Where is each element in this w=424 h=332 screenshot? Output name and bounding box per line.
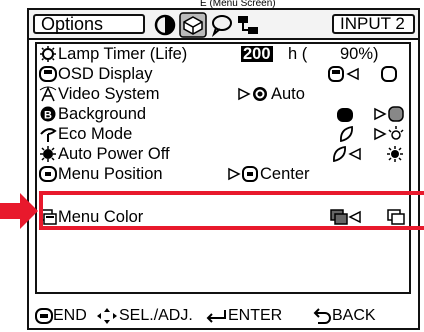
network-icon[interactable]	[236, 13, 260, 37]
video-system-value: Auto	[271, 85, 305, 103]
menu-item-lamp-timer[interactable]: Lamp Timer (Life) 200 h ( 90%)	[37, 44, 409, 64]
osd-on-icon	[328, 66, 344, 82]
tab-options[interactable]: Options	[33, 14, 145, 34]
menu-list: Lamp Timer (Life) 200 h ( 90%) OSD Displ…	[35, 42, 411, 294]
eco-mode-label: Eco Mode	[58, 125, 133, 143]
cut-title: E (Menu Screen)	[200, 0, 276, 8]
menu-item-auto-power-off[interactable]: Auto Power Off	[37, 144, 409, 164]
lamp-icon	[40, 46, 56, 62]
tab-bar: Options INPUT 2	[29, 10, 418, 40]
lamp-timer-label: Lamp Timer (Life)	[58, 45, 188, 63]
background-icon: B	[40, 106, 56, 122]
menu-position-value: Center	[260, 165, 310, 183]
top-strip: E (Menu Screen)	[0, 0, 424, 8]
left-arrow-icon	[348, 147, 361, 161]
auto-icon	[253, 87, 267, 101]
background-option-icon	[388, 106, 404, 122]
eco-leaf-value-icon	[340, 126, 353, 142]
background-current-icon	[337, 108, 353, 122]
power-off-sun-icon	[387, 146, 403, 162]
highlight-frame	[39, 191, 424, 230]
menu-item-eco-mode[interactable]: Eco Mode	[37, 124, 409, 144]
picture-adjust-icon[interactable]	[153, 13, 177, 37]
right-arrow-icon	[238, 87, 251, 101]
menu-item-osd-display[interactable]: OSD Display	[37, 64, 409, 84]
footer-hints: END SEL./ADJ. ENTER BACK	[29, 304, 418, 328]
right-arrow-icon	[228, 167, 241, 181]
menu-item-video-system[interactable]: Video System Auto	[37, 84, 409, 104]
leaf-outline-icon	[333, 146, 346, 162]
left-arrow-icon	[346, 67, 359, 81]
back-return-icon	[313, 308, 331, 324]
menu-position-label: Menu Position	[58, 165, 163, 183]
right-arrow-icon	[374, 107, 387, 121]
enter-arrow-icon	[206, 310, 226, 323]
video-system-label: Video System	[58, 85, 160, 103]
end-button-icon	[35, 308, 53, 324]
menu-item-menu-position[interactable]: Menu Position Center	[37, 164, 409, 184]
lamp-unit: h (	[288, 45, 308, 63]
footer-enter: ENTER	[228, 307, 283, 324]
options-gear-icon[interactable]	[179, 12, 207, 38]
lamp-bright-icon	[388, 126, 404, 140]
svg-text:B: B	[44, 110, 52, 122]
auto-power-off-icon	[40, 146, 56, 162]
footer-sel-adj: SEL./ADJ.	[119, 307, 193, 324]
right-arrow-icon	[374, 127, 387, 141]
menu-item-background[interactable]: B Background	[37, 104, 409, 124]
auto-power-off-label: Auto Power Off	[58, 145, 170, 163]
lamp-percent: 90%)	[340, 45, 379, 63]
video-system-icon	[39, 86, 57, 102]
menu-position-icon	[39, 166, 57, 182]
osd-off-icon	[381, 66, 397, 82]
osd-display-label: OSD Display	[58, 65, 153, 83]
speech-bubble-icon[interactable]	[210, 13, 234, 37]
pointer-arrow-icon	[0, 193, 38, 229]
footer-back: BACK	[332, 307, 376, 324]
four-way-arrow-icon	[97, 308, 117, 324]
tab-input[interactable]: INPUT 2	[332, 14, 415, 34]
osd-icon	[39, 66, 57, 82]
lamp-hours-value: 200	[241, 45, 273, 63]
background-label: Background	[58, 105, 147, 123]
footer-end: END	[53, 307, 87, 324]
osd-menu-panel: Options INPUT 2 Lamp Timer (Life) 200 h …	[27, 8, 420, 330]
center-position-icon	[242, 166, 258, 182]
eco-leaf-icon	[40, 128, 57, 142]
